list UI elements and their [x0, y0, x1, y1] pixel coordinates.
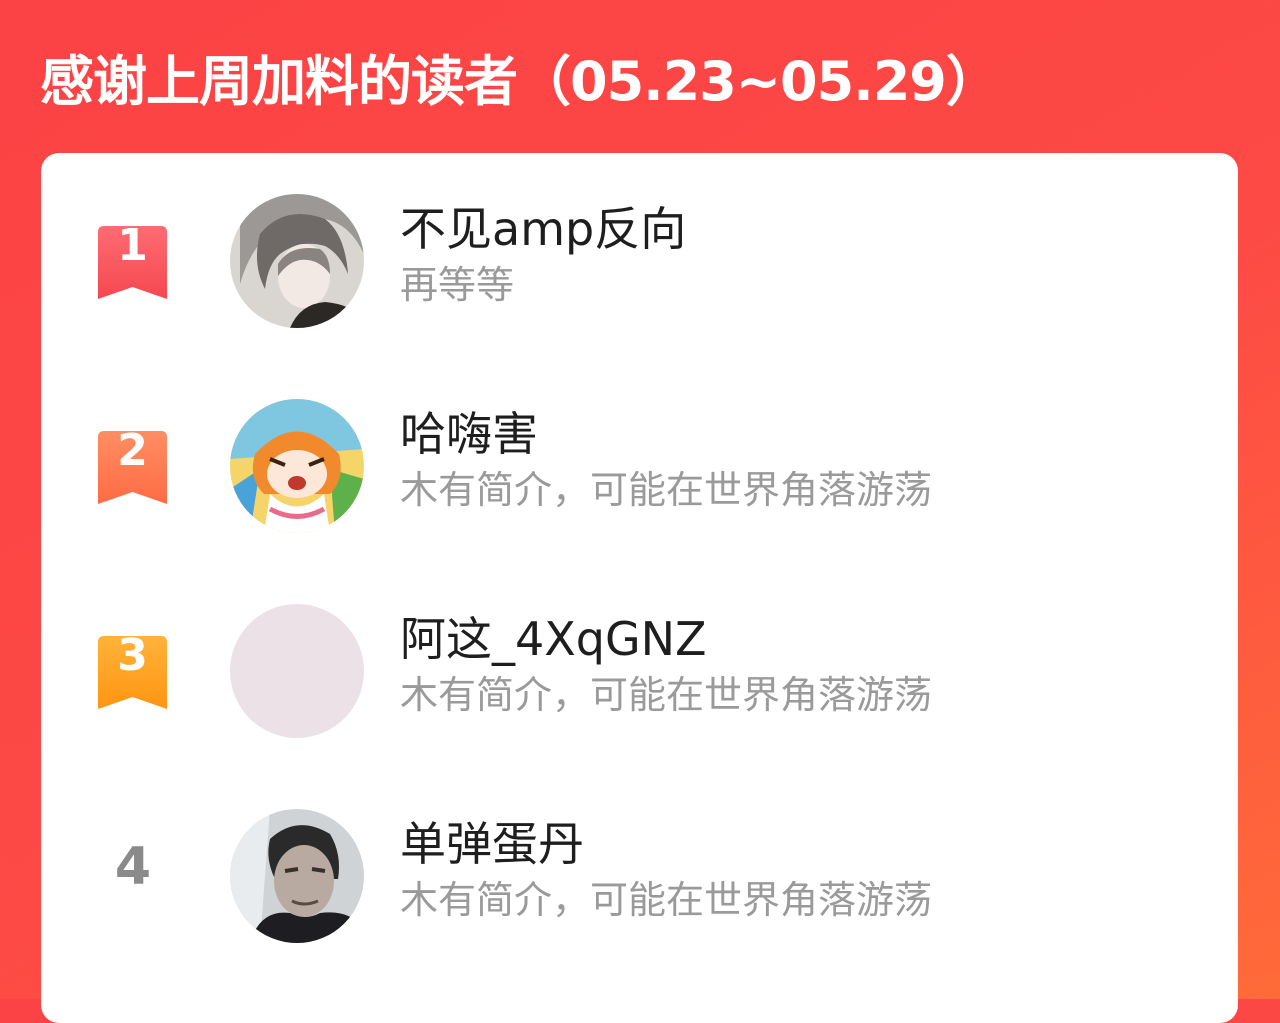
rank-ribbon-badge: 1: [98, 221, 167, 299]
avatar[interactable]: [230, 604, 364, 738]
rank-ribbon-badge: 3: [98, 631, 167, 709]
reader-name: 哈嗨害: [400, 407, 538, 461]
reader-row[interactable]: 3 阿这_4XqGNZ 木有简介，可能在世界角落游荡: [41, 563, 1238, 738]
reader-row[interactable]: 4 单弹蛋丹 木有简介，可能在世界角落游荡: [41, 768, 1238, 943]
reader-name: 阿这_4XqGNZ: [400, 612, 707, 666]
page-title: 感谢上周加料的读者（05.23~05.29）: [40, 50, 1000, 113]
avatar[interactable]: [230, 399, 364, 533]
rank-number: 4: [114, 837, 152, 897]
reader-name: 单弹蛋丹: [400, 817, 584, 871]
reader-bio: 木有简介，可能在世界角落游荡: [400, 673, 933, 717]
rank-number: 1: [117, 220, 148, 271]
reader-bio: 再等等: [400, 263, 515, 307]
rank-ribbon-badge: 2: [98, 426, 167, 504]
reader-row[interactable]: 2 哈嗨害 木有简介，可能在世界角落游荡: [41, 358, 1238, 533]
avatar[interactable]: [230, 194, 364, 328]
reader-name: 不见amp反向: [400, 202, 687, 256]
avatar[interactable]: [230, 809, 364, 943]
reader-row[interactable]: 1 不见amp反向 再等等: [41, 153, 1238, 328]
reader-bio: 木有简介，可能在世界角落游荡: [400, 878, 933, 922]
reader-list-card: 1 不见amp反向 再等等 2 哈嗨害 木有简介，可能在世界角落游荡 3 阿这_…: [41, 153, 1238, 1023]
reader-bio: 木有简介，可能在世界角落游荡: [400, 468, 933, 512]
rank-number: 3: [117, 630, 148, 681]
rank-number: 2: [117, 425, 148, 476]
